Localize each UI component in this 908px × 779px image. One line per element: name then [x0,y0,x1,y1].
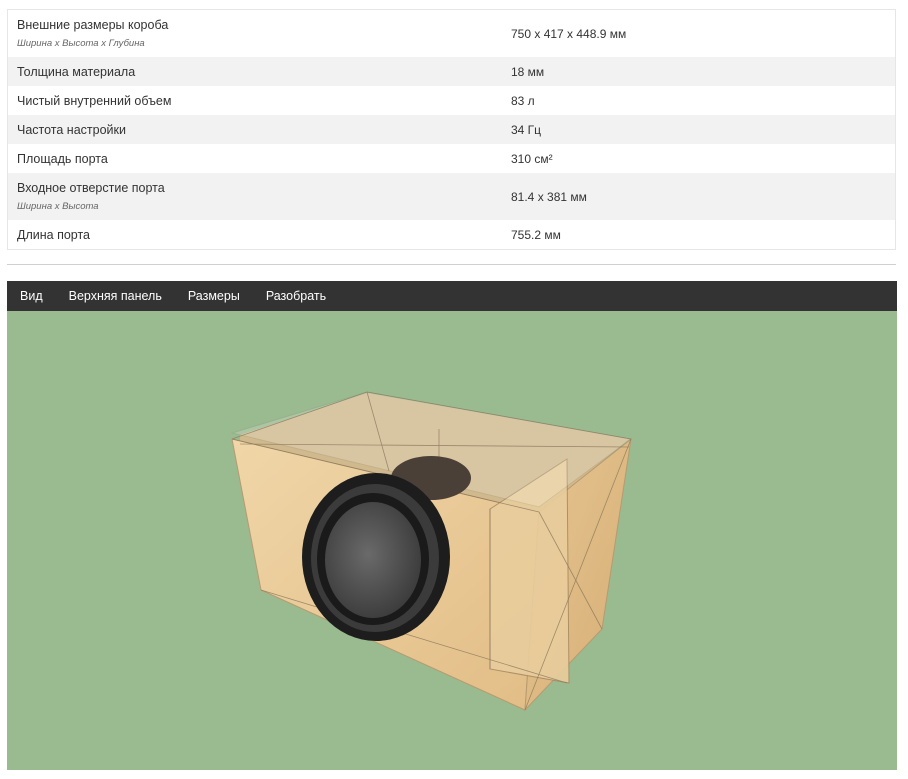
spec-row-volume: Чистый внутренний объем 83 л [8,86,895,115]
3d-viewport[interactable] [7,311,897,770]
spec-label: Частота настройки [17,122,126,137]
specs-table: Внешние размеры короба Ширина x Высота x… [7,9,896,250]
spec-label: Длина порта [17,227,91,242]
spec-value: 755.2 мм [511,227,561,242]
box-3d-model [230,391,633,712]
spec-value: 34 Гц [511,122,542,137]
dimensions-button[interactable]: Размеры [175,281,253,311]
spec-label: Внешние размеры короба [17,18,169,32]
spec-row-port-length: Длина порта 755.2 мм [8,220,895,249]
spec-sublabel: Ширина x Высота x Глубина [17,38,145,49]
spec-value: 18 мм [511,64,545,79]
view-button[interactable]: Вид [7,281,56,311]
top-panel-button[interactable]: Верхняя панель [56,281,175,311]
spec-value: 750 x 417 x 448.9 мм [511,26,627,41]
section-divider [7,264,896,265]
spec-label: Чистый внутренний объем [17,93,172,108]
spec-label: Площадь порта [17,151,108,166]
spec-value: 81.4 x 381 мм [511,189,587,204]
spec-value: 310 см² [511,151,553,166]
spec-row-port-area: Площадь порта 310 см² [8,144,895,173]
viewer-toolbar: Вид Верхняя панель Размеры Разобрать [7,281,897,311]
disassemble-button[interactable]: Разобрать [253,281,339,311]
spec-row-outer-size: Внешние размеры короба Ширина x Высота x… [8,10,895,57]
spec-value: 83 л [511,93,535,108]
spec-row-port-opening: Входное отверстие порта Ширина x Высота … [8,173,895,220]
spec-label: Входное отверстие порта [17,181,165,195]
subwoofer-speaker [302,473,450,641]
spec-row-thickness: Толщина материала 18 мм [8,57,895,86]
spec-sublabel: Ширина x Высота [17,201,99,212]
spec-label: Толщина материала [17,64,136,79]
spec-row-tuning: Частота настройки 34 Гц [8,115,895,144]
